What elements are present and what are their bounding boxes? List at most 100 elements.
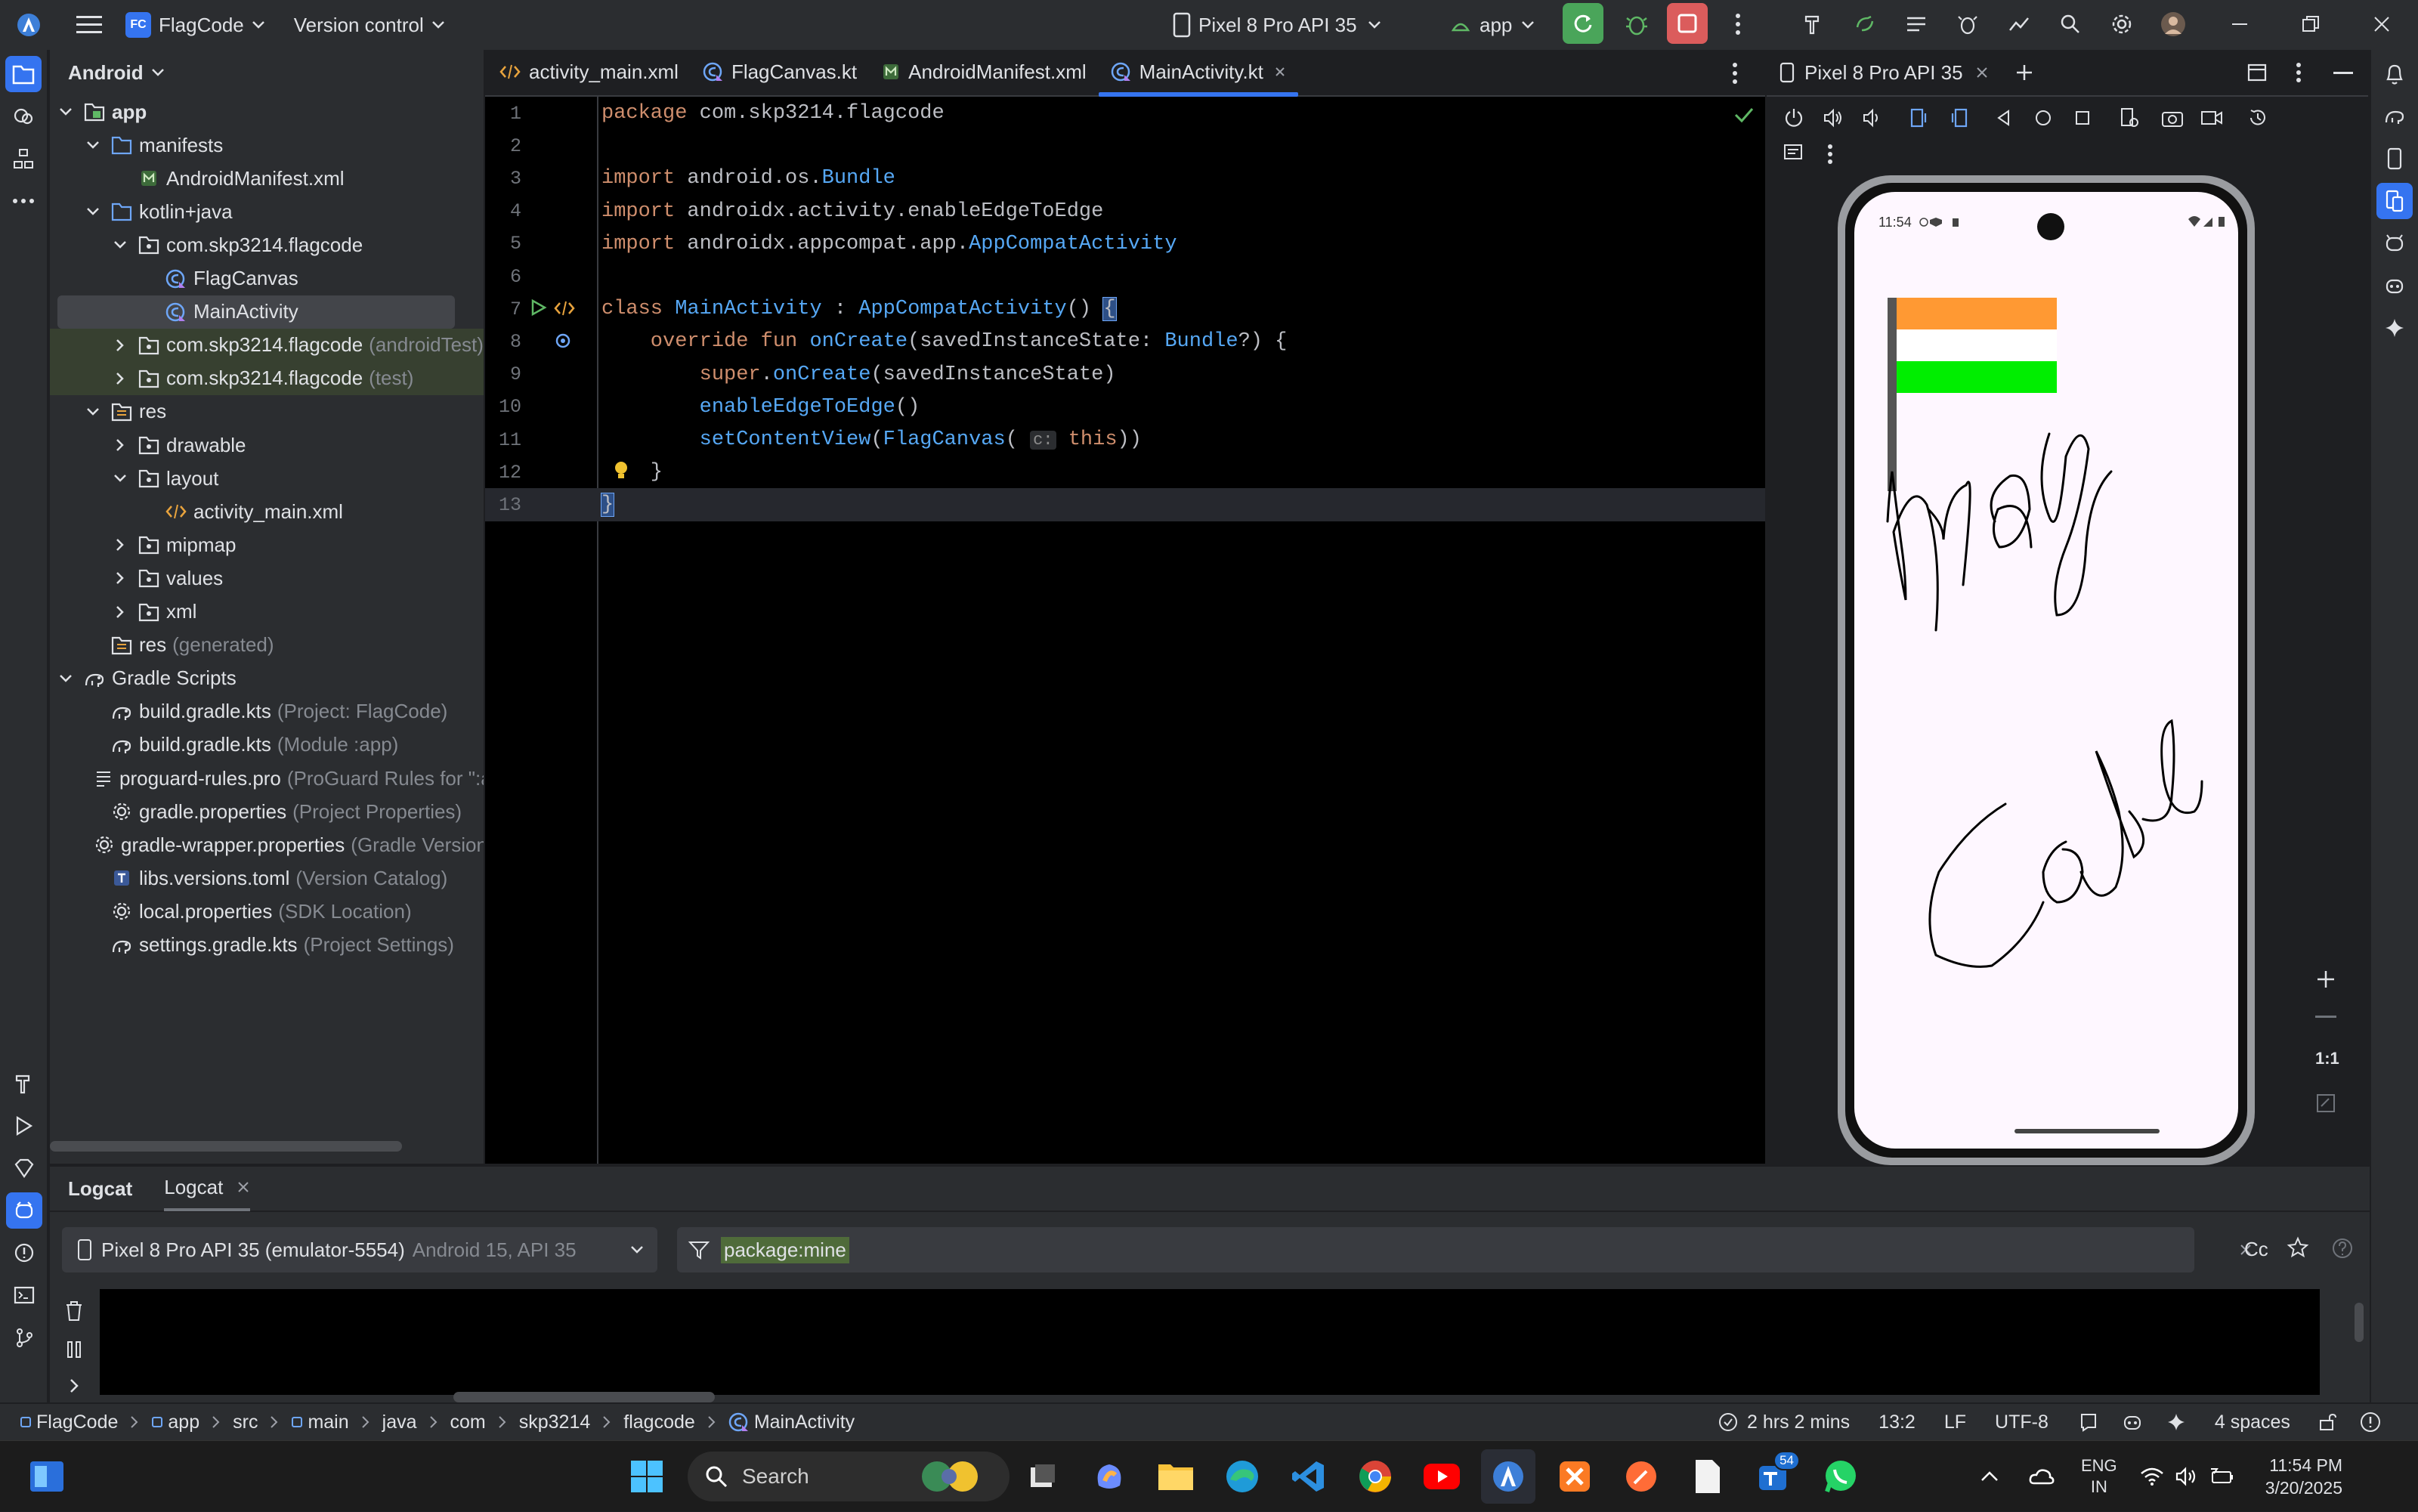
match-case-button[interactable]: Cc (2244, 1238, 2268, 1261)
layout-gutter-icon[interactable] (553, 299, 576, 317)
star-icon[interactable] (2287, 1236, 2309, 1259)
help-icon[interactable] (2332, 1238, 2353, 1259)
logcat-filter-field[interactable]: package:mine (677, 1227, 2251, 1272)
notepad-icon[interactable] (1681, 1449, 1735, 1504)
editor-tab[interactable]: MainActivity.kt (1098, 48, 1299, 97)
tree-item[interactable]: AndroidManifest.xml (50, 162, 484, 195)
back-icon[interactable] (1995, 109, 2013, 127)
editor-tab[interactable]: FlagCanvas.kt (691, 48, 869, 95)
more-vertical-icon[interactable] (2296, 62, 2302, 83)
breadcrumb-item[interactable]: app (168, 1412, 199, 1433)
terminal-tool-button[interactable] (6, 1277, 42, 1313)
indent-setting[interactable]: 4 spaces (2215, 1412, 2290, 1433)
edge-browser-icon[interactable] (1215, 1449, 1269, 1504)
layout-icon[interactable] (2247, 63, 2267, 82)
minimize-icon[interactable] (2333, 72, 2353, 75)
tree-item[interactable]: kotlin+java (50, 195, 484, 228)
logcat-tab[interactable]: Logcat (164, 1166, 251, 1211)
tree-item[interactable]: settings.gradle.kts (Project Settings) (50, 929, 484, 962)
breadcrumb-item[interactable]: java (382, 1412, 417, 1433)
logcat-output[interactable] (100, 1289, 2320, 1395)
tree-item[interactable]: drawable (50, 428, 484, 462)
time-elapsed[interactable]: 2 hrs 2 mins (1747, 1412, 1850, 1433)
breadcrumb-item[interactable]: skp3214 (519, 1412, 591, 1433)
tree-item[interactable]: MainActivity (57, 295, 455, 329)
android-studio-taskbar-icon[interactable] (1481, 1449, 1535, 1504)
tree-item[interactable]: Gradle Scripts (50, 662, 484, 695)
volume-down-icon[interactable] (1862, 107, 1883, 128)
chevron-down-icon[interactable] (57, 670, 74, 687)
code-line[interactable]: 12 } (485, 456, 1765, 489)
logcat-filter-text[interactable]: package:mine (721, 1236, 849, 1263)
taskbar-search[interactable]: Search (688, 1451, 1010, 1501)
run-tool-button[interactable] (6, 1108, 42, 1144)
chevron-right-icon[interactable] (112, 570, 128, 586)
breadcrumb-item[interactable]: main (308, 1412, 348, 1433)
teams-icon[interactable]: 54 (1747, 1449, 1801, 1504)
tree-item[interactable]: proguard-rules.pro (ProGuard Rules for ":… (50, 762, 484, 795)
logcat-vertical-scrollbar[interactable] (2355, 1303, 2364, 1342)
profiler-button[interactable] (1998, 3, 2040, 45)
tree-item[interactable]: gradle-wrapper.properties (Gradle Version… (50, 828, 484, 861)
chevron-right-icon[interactable] (112, 437, 128, 453)
breadcrumb-item[interactable]: com (450, 1412, 486, 1433)
device-settings-icon[interactable] (2119, 107, 2140, 128)
overview-icon[interactable] (2073, 109, 2092, 127)
logcat-tool-button[interactable] (6, 1192, 42, 1229)
tree-item[interactable]: com.skp3214.flagcode (50, 228, 484, 261)
more-tools-button[interactable] (5, 183, 42, 219)
breadcrumb-item[interactable]: MainActivity (754, 1412, 855, 1433)
editor-tab[interactable]: activity_main.xml (487, 48, 691, 95)
app-inspection-button[interactable] (1946, 3, 1989, 45)
add-device-icon[interactable] (2014, 63, 2034, 82)
settings-button[interactable] (2101, 3, 2143, 45)
volume-up-icon[interactable] (1823, 107, 1844, 128)
trash-icon[interactable] (63, 1300, 85, 1322)
tree-item[interactable]: res (generated) (50, 629, 484, 662)
tree-item[interactable]: FlagCanvas (50, 262, 484, 295)
structure-tool-button[interactable] (5, 141, 42, 177)
close-icon[interactable] (1975, 66, 1989, 79)
history-icon[interactable] (2247, 107, 2268, 128)
code-line[interactable]: 13} (485, 488, 1765, 522)
build-button[interactable] (1792, 3, 1835, 45)
chevron-down-icon[interactable] (85, 137, 101, 153)
chevron-down-icon[interactable] (85, 404, 101, 420)
tree-item[interactable]: gradle.properties (Project Properties) (50, 795, 484, 828)
rotate-left-icon[interactable] (1909, 107, 1930, 128)
clock[interactable]: 11:54 PM 3/20/2025 (2265, 1454, 2342, 1499)
lightbulb-icon[interactable] (612, 459, 630, 482)
logcat-device-selector[interactable]: Pixel 8 Pro API 35 (emulator-5554) Andro… (62, 1227, 657, 1272)
override-gutter-icon[interactable] (553, 331, 573, 351)
chevron-down-icon[interactable] (112, 470, 128, 487)
git-tool-button[interactable] (6, 1319, 42, 1356)
run-config-selector[interactable]: app (1449, 0, 1535, 50)
breadcrumb-item[interactable]: flagcode (623, 1412, 695, 1433)
caret-position[interactable]: 13:2 (1878, 1412, 1916, 1433)
code-line[interactable]: 11 setContentView(FlagCanvas( c: this)) (485, 423, 1765, 456)
apply-changes-button[interactable] (1563, 3, 1603, 44)
postman-icon[interactable] (1614, 1449, 1668, 1504)
home-icon[interactable] (2034, 109, 2052, 127)
unlock-icon[interactable] (2318, 1412, 2337, 1432)
zoom-out-icon[interactable] (2315, 1016, 2336, 1019)
code-line[interactable]: 10 enableEdgeToEdge() (485, 391, 1765, 424)
rotate-right-icon[interactable] (1948, 107, 1969, 128)
copilot-icon[interactable] (1082, 1449, 1136, 1504)
running-devices-button[interactable] (2376, 183, 2413, 219)
chevron-right-icon[interactable] (112, 536, 128, 553)
speaker-icon[interactable] (2175, 1466, 2199, 1486)
account-avatar[interactable] (2152, 3, 2194, 45)
tree-item[interactable]: com.skp3214.flagcode (test) (50, 361, 484, 395)
tree-item[interactable]: build.gradle.kts (Project: FlagCode) (50, 695, 484, 728)
code-line[interactable]: 5 import androidx.appcompat.app.AppCompat… (485, 227, 1765, 261)
logcat-toolbar-button[interactable] (1895, 3, 1937, 45)
more-actions-button[interactable] (1717, 3, 1759, 45)
pause-icon[interactable] (65, 1339, 83, 1360)
app-quality-insights-button[interactable] (2376, 225, 2413, 261)
more-vertical-icon[interactable] (1827, 144, 1833, 165)
problems-icon[interactable] (2360, 1412, 2381, 1433)
code-line[interactable]: 8 override fun onCreate(savedInstanceSta… (485, 325, 1765, 358)
gradle-tool-button[interactable] (2376, 98, 2413, 135)
zoom-in-icon[interactable] (2315, 969, 2336, 990)
